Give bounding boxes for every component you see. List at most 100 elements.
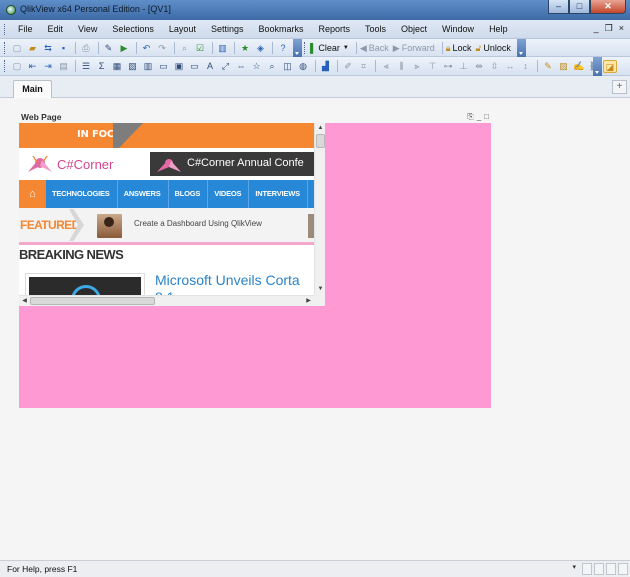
align-middle-icon[interactable]: ⊶ bbox=[441, 60, 455, 73]
back-button[interactable]: ◀ Back bbox=[360, 43, 389, 54]
annual-conference-banner[interactable]: C#Corner Annual Confe bbox=[150, 152, 314, 176]
mdi-restore-button[interactable]: ❐ bbox=[605, 23, 613, 34]
embedded-web-browser[interactable]: IN FOCUS C#Corner C#Corner Annual Confe … bbox=[19, 123, 325, 306]
bookmark-star-icon[interactable]: ★ bbox=[238, 42, 252, 55]
zoom-icon[interactable]: ◈ bbox=[254, 42, 268, 55]
nav-technologies[interactable]: TECHNOLOGIES bbox=[46, 180, 118, 208]
line-arrow-icon[interactable]: ⤢ bbox=[219, 60, 233, 73]
align-top-icon[interactable]: ⊤ bbox=[426, 60, 440, 73]
add-sheet-icon[interactable]: ⇤ bbox=[26, 60, 40, 73]
space-horizontal-icon[interactable]: ⇹ bbox=[472, 60, 486, 73]
bookmark-object-icon[interactable]: ☆ bbox=[250, 60, 264, 73]
unlock-button[interactable]: 🔓︎ Unlock bbox=[476, 43, 511, 54]
tab-main[interactable]: Main bbox=[13, 80, 52, 98]
home-icon[interactable]: ⌂ bbox=[19, 180, 46, 208]
input-box-icon[interactable]: ▭ bbox=[157, 60, 171, 73]
clear-button[interactable]: ▌ Clear ▼ bbox=[310, 43, 349, 53]
new-sheet-icon[interactable]: ▢ bbox=[10, 60, 24, 73]
same-width-icon[interactable]: ↔ bbox=[503, 60, 517, 73]
web-page-object-caption[interactable]: Web Page ⎘ _ □ bbox=[19, 111, 491, 123]
menu-selections[interactable]: Selections bbox=[104, 23, 161, 35]
menu-grip[interactable] bbox=[4, 24, 7, 35]
new-icon[interactable]: ▢ bbox=[10, 42, 24, 55]
search-object-icon[interactable]: ⌕ bbox=[265, 60, 279, 73]
undo-icon[interactable]: ↶ bbox=[140, 42, 154, 55]
align-right-icon[interactable]: ⫸ bbox=[410, 60, 424, 73]
menu-object[interactable]: Object bbox=[393, 23, 434, 35]
nav-interviews[interactable]: INTERVIEWS bbox=[249, 180, 308, 208]
edit-object-icon[interactable]: ✍ bbox=[572, 60, 586, 73]
toolbar-grip[interactable] bbox=[4, 42, 7, 54]
toolbar-grip[interactable] bbox=[4, 60, 7, 72]
reload-data-icon[interactable]: ▶ bbox=[117, 42, 131, 55]
csharpcorner-logo-icon[interactable] bbox=[25, 152, 55, 174]
nav-answers[interactable]: ANSWERS bbox=[118, 180, 169, 208]
promote-sheet-icon[interactable]: ⇥ bbox=[41, 60, 55, 73]
nav-blogs[interactable]: BLOGS bbox=[169, 180, 209, 208]
container-icon[interactable]: ◫ bbox=[281, 60, 295, 73]
minimize-button[interactable]: – bbox=[548, 0, 569, 14]
format-painter-icon[interactable]: ✐ bbox=[341, 60, 355, 73]
statistics-box-icon[interactable]: Σ bbox=[95, 60, 109, 73]
align-left-icon[interactable]: ⫷ bbox=[379, 60, 393, 73]
scroll-up-icon[interactable]: ▲ bbox=[316, 124, 325, 133]
print-object-icon[interactable]: ⎘ bbox=[467, 112, 473, 122]
toolbar-overflow-chevron-icon[interactable] bbox=[517, 39, 526, 57]
help-icon[interactable]: ? bbox=[276, 42, 290, 55]
redo-icon[interactable]: ↷ bbox=[155, 42, 169, 55]
edit-script-icon[interactable]: ✎ bbox=[102, 42, 116, 55]
chevron-down-icon[interactable]: ▼ bbox=[343, 45, 349, 51]
featured-article-link[interactable]: Create a Dashboard Using QlikView bbox=[134, 219, 262, 228]
maximize-button[interactable]: □ bbox=[569, 0, 590, 14]
print-icon[interactable]: ⎙ bbox=[79, 42, 93, 55]
maximize-object-icon[interactable]: □ bbox=[484, 112, 489, 122]
align-center-icon[interactable]: ⫼ bbox=[395, 60, 409, 73]
select-all-icon[interactable]: ☑ bbox=[193, 42, 207, 55]
lock-button[interactable]: 🔒︎ Lock bbox=[446, 43, 472, 54]
menu-tools[interactable]: Tools bbox=[357, 23, 393, 35]
slider-icon[interactable]: ⇔ bbox=[234, 60, 248, 73]
align-bottom-icon[interactable]: ⊥ bbox=[457, 60, 471, 73]
author-avatar[interactable] bbox=[97, 214, 122, 238]
multi-box-icon[interactable]: ▧ bbox=[126, 60, 140, 73]
menu-settings[interactable]: Settings bbox=[203, 23, 251, 35]
document-properties-icon[interactable]: ✎ bbox=[541, 60, 555, 73]
design-mode-icon[interactable]: ◪ bbox=[603, 59, 617, 73]
chart-wizard-icon[interactable]: ▟ bbox=[319, 60, 333, 73]
nav-videos[interactable]: VIDEOS bbox=[208, 180, 250, 208]
menu-bookmarks[interactable]: Bookmarks bbox=[250, 23, 310, 35]
menu-window[interactable]: Window bbox=[434, 23, 481, 35]
status-dropdown-icon[interactable]: ▾ bbox=[572, 563, 576, 571]
minimize-object-icon[interactable]: _ bbox=[477, 112, 481, 122]
button-object-icon[interactable]: ▭ bbox=[188, 60, 202, 73]
sheet-settings-icon[interactable]: ▨ bbox=[557, 60, 571, 73]
bar-chart-icon[interactable]: ▥ bbox=[141, 60, 155, 73]
text-object-icon[interactable]: A bbox=[203, 60, 217, 73]
open-icon[interactable]: ▰ bbox=[26, 42, 40, 55]
list-box-icon[interactable]: ☰ bbox=[79, 60, 93, 73]
menu-view[interactable]: View bbox=[70, 23, 104, 35]
toolbar-overflow-chevron-icon[interactable] bbox=[593, 57, 602, 76]
add-sheet-button[interactable]: + bbox=[612, 80, 627, 94]
qlikview-app-icon[interactable] bbox=[6, 5, 16, 15]
menu-help[interactable]: Help bbox=[481, 23, 515, 35]
menu-edit[interactable]: Edit bbox=[40, 23, 71, 35]
grid-icon[interactable]: ⌗ bbox=[357, 60, 371, 73]
toolbar-overflow-chevron-icon[interactable] bbox=[293, 39, 302, 57]
same-height-icon[interactable]: ↕ bbox=[519, 60, 533, 73]
current-selections-icon[interactable]: ▣ bbox=[172, 60, 186, 73]
in-focus-bar[interactable]: IN FOCUS bbox=[19, 123, 314, 148]
horizontal-scroll-thumb[interactable] bbox=[30, 297, 155, 305]
sheet-properties-icon[interactable]: ▤ bbox=[57, 60, 71, 73]
save-icon[interactable]: ▪ bbox=[57, 42, 71, 55]
site-logo-text[interactable]: C#Corner bbox=[57, 157, 113, 172]
vertical-scroll-thumb[interactable] bbox=[316, 134, 325, 148]
close-button[interactable]: ✕ bbox=[590, 0, 626, 14]
table-box-icon[interactable]: ▦ bbox=[110, 60, 124, 73]
menu-layout[interactable]: Layout bbox=[161, 23, 203, 35]
chart-icon[interactable]: ▥ bbox=[216, 42, 230, 55]
news-title[interactable]: Microsoft Unveils Corta bbox=[155, 272, 300, 288]
mdi-minimize-button[interactable]: _ bbox=[594, 23, 599, 34]
forward-button[interactable]: ▶ Forward bbox=[393, 43, 435, 54]
scroll-right-icon[interactable]: ▶ bbox=[304, 297, 313, 306]
